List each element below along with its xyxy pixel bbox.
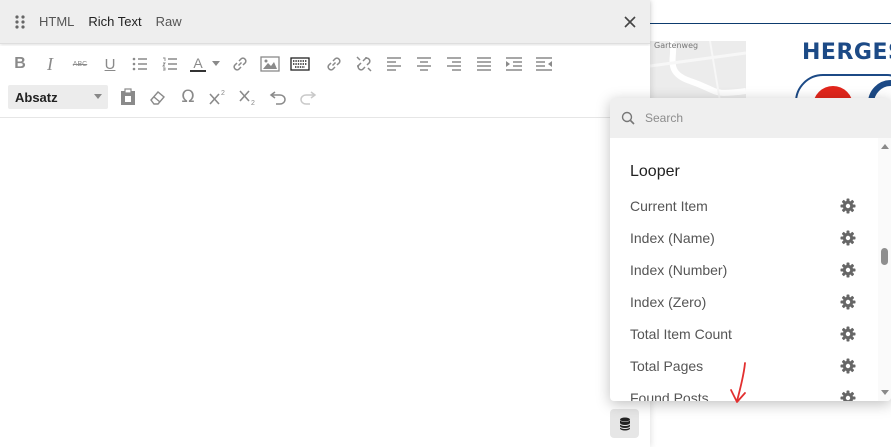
gear-icon[interactable] <box>840 198 856 214</box>
svg-text:2: 2 <box>251 100 255 106</box>
list-item[interactable]: Total Item Count <box>610 318 878 350</box>
dynamic-content-button[interactable] <box>610 409 639 438</box>
group-title-looper: Looper <box>630 163 680 180</box>
editor-content-area[interactable] <box>0 119 650 447</box>
text-color-icon[interactable]: A <box>188 52 208 76</box>
gear-icon[interactable] <box>840 294 856 310</box>
scroll-up-icon[interactable] <box>881 144 889 149</box>
align-center-icon[interactable] <box>412 52 436 76</box>
company-logo-text: HERGES <box>802 40 891 65</box>
list-item[interactable]: Index (Zero) <box>610 286 878 318</box>
list-item[interactable]: Index (Name) <box>610 222 878 254</box>
dynamic-content-list: Looper Current Item Index (Name) Index (… <box>610 138 878 401</box>
list-item[interactable]: Current Item <box>610 190 878 222</box>
subscript-icon[interactable]: 2 <box>236 85 260 109</box>
indent-icon[interactable] <box>502 52 526 76</box>
outdent-icon[interactable] <box>532 52 556 76</box>
chevron-down-icon <box>94 94 102 99</box>
image-icon[interactable] <box>258 52 282 76</box>
undo-icon[interactable] <box>266 85 290 109</box>
list-item[interactable]: Total Pages <box>610 350 878 382</box>
scrollbar-thumb[interactable] <box>881 248 888 265</box>
omega-icon[interactable]: Ω <box>176 85 200 109</box>
underline-icon[interactable]: U <box>98 52 122 76</box>
editor-header: HTML Rich Text Raw <box>0 0 650 44</box>
gear-icon[interactable] <box>840 390 856 401</box>
link-2-icon[interactable] <box>322 52 346 76</box>
toolbar-row-2: Absatz Ω 2 2 <box>8 82 326 112</box>
strikethrough-icon[interactable]: ABC <box>68 52 92 76</box>
align-right-icon[interactable] <box>442 52 466 76</box>
close-icon[interactable] <box>622 14 638 30</box>
drag-handle-icon[interactable] <box>13 14 27 29</box>
bold-icon[interactable]: B <box>8 52 32 76</box>
tab-rich-text[interactable]: Rich Text <box>88 14 141 29</box>
popover-scrollbar[interactable] <box>878 138 891 401</box>
gear-icon[interactable] <box>840 262 856 278</box>
keyboard-icon[interactable] <box>288 52 312 76</box>
gear-icon[interactable] <box>840 358 856 374</box>
superscript-icon[interactable]: 2 <box>206 85 230 109</box>
gear-icon[interactable] <box>840 230 856 246</box>
rich-text-editor: HTML Rich Text Raw B I ABC U A Absatz Ω … <box>0 0 650 447</box>
align-left-icon[interactable] <box>382 52 406 76</box>
search-input[interactable] <box>645 111 845 125</box>
eraser-icon[interactable] <box>146 85 170 109</box>
unlink-icon[interactable] <box>352 52 376 76</box>
dynamic-content-popover: Looper Current Item Index (Name) Index (… <box>610 98 891 401</box>
map-thumbnail[interactable]: Gartenweg <box>650 41 746 101</box>
header-divider <box>650 23 891 24</box>
dynamic-content-search <box>610 98 891 138</box>
map-label: Gartenweg <box>654 41 699 50</box>
editor-toolbar: B I ABC U A Absatz Ω 2 2 <box>0 46 650 118</box>
italic-icon[interactable]: I <box>38 52 62 76</box>
paragraph-format-select[interactable]: Absatz <box>8 85 108 109</box>
database-icon <box>619 417 630 430</box>
list-item[interactable]: Index (Number) <box>610 254 878 286</box>
link-icon[interactable] <box>228 52 252 76</box>
align-justify-icon[interactable] <box>472 52 496 76</box>
svg-text:2: 2 <box>221 90 225 97</box>
gear-icon[interactable] <box>840 326 856 342</box>
scroll-down-icon[interactable] <box>881 390 889 395</box>
tab-html[interactable]: HTML <box>39 14 74 29</box>
numbered-list-icon[interactable] <box>158 52 182 76</box>
search-icon <box>621 111 635 125</box>
bullet-list-icon[interactable] <box>128 52 152 76</box>
redo-icon[interactable] <box>296 85 320 109</box>
list-item[interactable]: Found Posts <box>610 382 878 401</box>
toolbar-row-1: B I ABC U A <box>8 49 562 79</box>
text-color-caret-icon[interactable] <box>210 52 222 76</box>
paste-icon[interactable] <box>116 85 140 109</box>
tab-raw[interactable]: Raw <box>156 14 182 29</box>
